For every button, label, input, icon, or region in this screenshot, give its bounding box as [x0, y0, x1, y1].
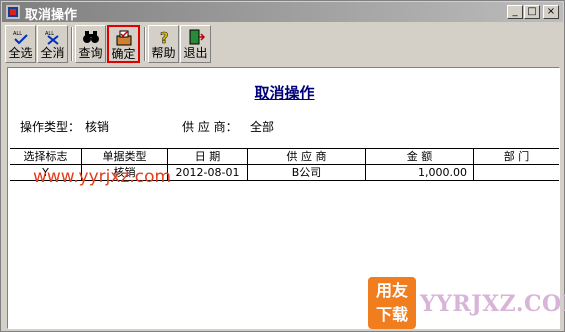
- exit-label: 退出: [183, 46, 208, 60]
- toolbar-separator: [144, 27, 146, 61]
- exit-door-icon: [189, 29, 205, 45]
- query-label: 查询: [78, 46, 103, 60]
- logo-brand-text: YYRJXZ.COM: [420, 291, 565, 317]
- op-type-value: 核销: [85, 120, 110, 134]
- help-button[interactable]: ? 帮助: [148, 25, 179, 63]
- cell-supplier[interactable]: B公司: [248, 165, 366, 181]
- deselect-all-icon: ALL: [45, 31, 59, 45]
- deselect-all-label: 全消: [40, 46, 65, 60]
- help-label: 帮助: [151, 46, 176, 60]
- column-header-select-flag[interactable]: 选择标志: [10, 149, 82, 165]
- query-button[interactable]: 查询: [75, 25, 106, 63]
- cancel-operation-window: 取消操作 _ □ × ALL 全选 ALL 全消 查询 确定 ? 帮助 退出 取…: [0, 0, 565, 332]
- window-title: 取消操作: [25, 8, 78, 23]
- logo-badge-text: 用友 下载: [375, 281, 408, 324]
- select-all-icon: ALL: [13, 31, 28, 45]
- watermark-url: www.yyrjxz.com: [33, 167, 172, 187]
- supplier-label: 供 应 商：: [182, 120, 238, 134]
- cell-amount[interactable]: 1,000.00: [366, 165, 474, 181]
- column-header-supplier[interactable]: 供 应 商: [248, 149, 366, 165]
- title-bar[interactable]: 取消操作 _ □ ×: [2, 2, 563, 23]
- binoculars-icon: [82, 31, 99, 43]
- deselect-all-button[interactable]: ALL 全消: [37, 25, 68, 63]
- cell-department[interactable]: [474, 165, 559, 181]
- confirm-button[interactable]: 确定: [107, 25, 140, 63]
- logo-badge: 用友 下载: [368, 277, 416, 329]
- op-type-label: 操作类型：: [20, 120, 81, 134]
- form-heading: 取消操作: [254, 84, 315, 102]
- column-header-department[interactable]: 部 门: [474, 149, 559, 165]
- column-header-amount[interactable]: 金 额: [366, 149, 474, 165]
- app-icon: [6, 5, 20, 19]
- cell-date[interactable]: 2012-08-01: [168, 165, 248, 181]
- toolbar: ALL 全选 ALL 全消 查询 确定 ? 帮助 退出: [5, 25, 305, 65]
- column-header-doc-type[interactable]: 单据类型: [82, 149, 168, 165]
- maximize-button[interactable]: □: [524, 5, 540, 19]
- close-button[interactable]: ×: [543, 5, 559, 19]
- minimize-button[interactable]: _: [507, 5, 523, 19]
- toolbar-separator: [71, 27, 73, 61]
- watermark-logo: 用友 下载 YYRJXZ.COM: [368, 273, 565, 331]
- svg-text:ALL: ALL: [13, 31, 22, 37]
- help-icon: ?: [159, 29, 169, 45]
- column-header-date[interactable]: 日 期: [168, 149, 248, 165]
- svg-text:?: ?: [160, 29, 169, 45]
- select-all-button[interactable]: ALL 全选: [5, 25, 36, 63]
- confirm-label: 确定: [111, 47, 136, 61]
- exit-button[interactable]: 退出: [180, 25, 211, 63]
- select-all-label: 全选: [8, 46, 33, 60]
- grid-header: 选择标志 单据类型 日 期 供 应 商 金 额 部 门: [10, 149, 559, 165]
- confirm-icon: [116, 30, 131, 46]
- supplier-value: 全部: [250, 120, 275, 134]
